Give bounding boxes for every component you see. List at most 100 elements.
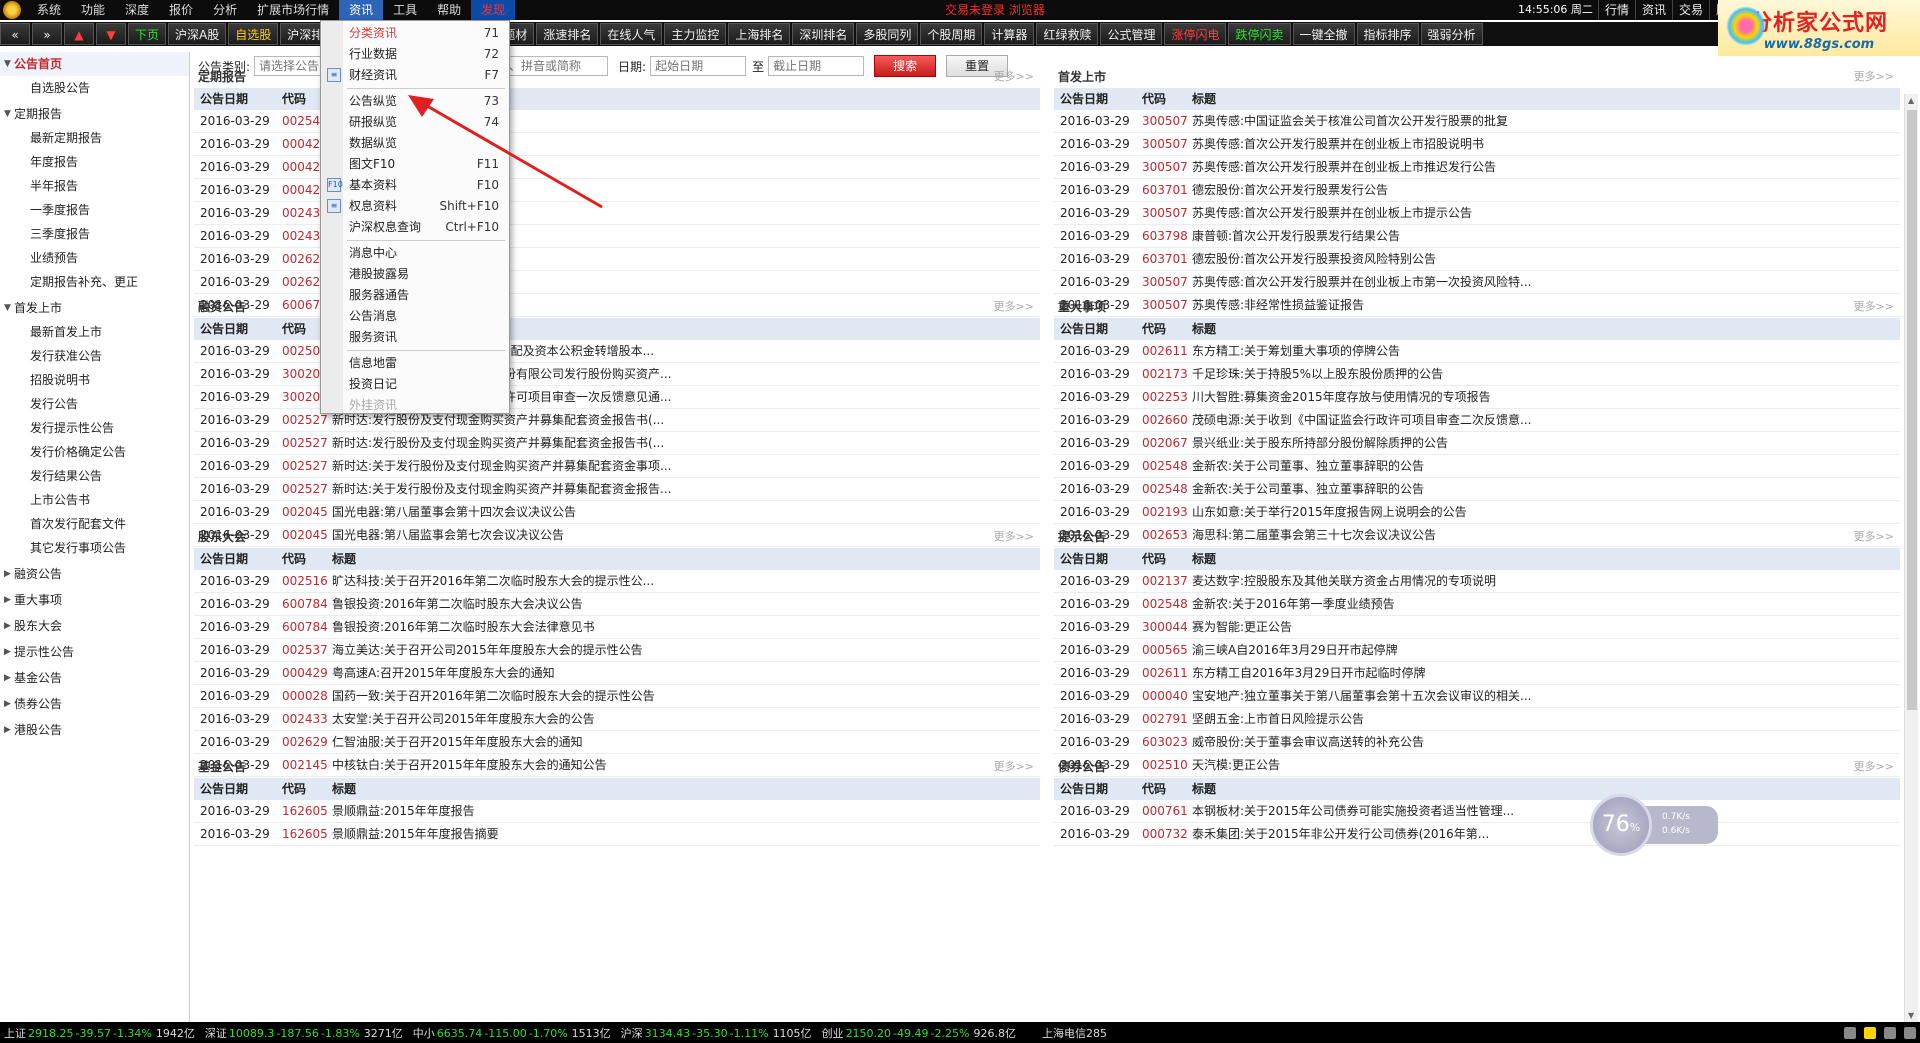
row-title[interactable]: 金新农:关于2016年第一季度业绩预告 (1186, 593, 1900, 615)
row-code[interactable]: 002527 (276, 432, 328, 454)
scroll-up-icon[interactable]: ▲ (1908, 96, 1914, 105)
row-code[interactable]: 002537 (276, 639, 328, 661)
toolbar-button-12[interactable]: 多股同列 (856, 23, 919, 45)
sidebar-home[interactable]: ▼ 公告首页 (0, 52, 189, 76)
row-title[interactable]: 苏奥传感:中国证监会关于核准公司首次公开发行股票的批复 (1186, 110, 1900, 132)
toolbar-button-21[interactable]: 强弱分析 (1420, 23, 1483, 45)
column-header-title[interactable]: 标题 (1186, 318, 1900, 340)
row-code[interactable]: 300507 (1136, 202, 1188, 224)
row-title[interactable]: 景顺鼎益:2015年年度报告 (326, 800, 1040, 822)
column-header-date[interactable]: 公告日期 (1054, 88, 1136, 110)
toolbar-button-18[interactable]: 跌停闪卖 (1228, 23, 1291, 45)
sidebar-item[interactable]: 发行结果公告 (0, 464, 189, 488)
row-code[interactable]: 000565 (1136, 639, 1188, 661)
toolbar-button-11[interactable]: 深圳排名 (792, 23, 855, 45)
more-link[interactable]: 更多>> (1854, 66, 1900, 88)
column-header-date[interactable]: 公告日期 (194, 88, 276, 110)
table-row[interactable]: 2016-03-29 300507 苏奥传感:首次公开发行股票并在创业板上市招股说明… (1054, 133, 1900, 156)
table-row[interactable]: 2016-03-29 000761 本钢板材:关于2015年公司债券可能实施投资者适… (1054, 800, 1900, 823)
column-header-title[interactable]: 标题 (1186, 778, 1900, 800)
row-code[interactable]: 002527 (276, 478, 328, 500)
row-title[interactable]: 渝三峡A自2016年3月29日开市起停牌 (1186, 639, 1900, 661)
table-row[interactable]: 2016-03-29 300507 苏奥传感:首次公开发行股票并在创业板上市推迟发行… (1054, 156, 1900, 179)
column-header-date[interactable]: 公告日期 (194, 548, 276, 570)
table-row[interactable]: 2016-03-29 002193 山东如意:关于举行2015年度报告网上说明会的公… (1054, 501, 1900, 524)
row-title[interactable]: 粤高速A:召开2015年年度股东大会的通知 (326, 662, 1040, 684)
row-title[interactable]: 茂硕电源:关于收到《中国证监会行政许可项目审查二次反馈意... (1186, 409, 1900, 431)
menu-0[interactable]: 系统 (27, 0, 71, 20)
sidebar-item[interactable]: 一季度报告 (0, 198, 189, 222)
right-tab-2[interactable]: 交易 (1672, 0, 1709, 20)
table-row[interactable]: 2016-03-29 002527 新时达:发行股份及支付现金购买资产并募集配套资金… (194, 432, 1040, 455)
table-row[interactable]: 2016-03-29 002045 国光电器:第八届董事会第十四次会议决议公告 (194, 501, 1040, 524)
column-header-title[interactable]: 标题 (1186, 88, 1900, 110)
table-row[interactable]: 2016-03-29 603023 威帝股份:关于董事会审议高送转的补充公告 (1054, 731, 1900, 754)
row-title[interactable]: 千足珍珠:关于持股5%以上股东股份质押的公告 (1186, 363, 1900, 385)
column-header-code[interactable]: 代码 (1136, 318, 1186, 340)
row-title[interactable]: 川大智胜:募集资金2015年度存放与使用情况的专项报告 (1186, 386, 1900, 408)
row-code[interactable]: 000429 (276, 662, 328, 684)
row-code[interactable]: 603798 (1136, 225, 1188, 247)
toolbar-button-15[interactable]: 红绿救赎 (1036, 23, 1099, 45)
column-header-code[interactable]: 代码 (276, 778, 326, 800)
more-link[interactable]: 更多>> (1854, 296, 1900, 318)
more-link[interactable]: 更多>> (994, 756, 1040, 778)
row-code[interactable]: 002137 (1136, 570, 1188, 592)
more-link[interactable]: 更多>> (1854, 756, 1900, 778)
sidebar-group-0[interactable]: ▼ 定期报告 (0, 102, 189, 126)
menu-9[interactable]: 发现 (471, 0, 516, 20)
row-title[interactable]: 国药一致:关于召开2016年第二次临时股东大会的提示性公告 (326, 685, 1040, 707)
toolbar-button-19[interactable]: 一键全撤 (1292, 23, 1355, 45)
row-code[interactable]: 002548 (1136, 478, 1188, 500)
row-code[interactable]: 002791 (1136, 708, 1188, 730)
row-code[interactable]: 002629 (276, 731, 328, 753)
row-code[interactable]: 600784 (276, 616, 328, 638)
row-code[interactable]: 300209 (276, 363, 328, 385)
row-code[interactable]: 600784 (276, 593, 328, 615)
table-row[interactable]: 2016-03-29 600784 鲁银投资:2016年第二次临时股东大会决议公告 (194, 593, 1040, 616)
row-code[interactable]: 000028 (276, 685, 328, 707)
table-row[interactable]: 2016-03-29 002527 新时达:关于发行股份及支付现金购买资产并募集配套… (194, 478, 1040, 501)
column-header-code[interactable]: 代码 (1136, 778, 1186, 800)
sidebar-item[interactable]: 三季度报告 (0, 222, 189, 246)
toolbar-button-16[interactable]: 公式管理 (1100, 23, 1163, 45)
row-title[interactable]: 海立美达:关于召开公司2015年年度股东大会的提示性公告 (326, 639, 1040, 661)
toolbar-button-9[interactable]: 主力监控 (664, 23, 727, 45)
sidebar-item[interactable]: 业绩预告 (0, 246, 189, 270)
sidebar-item[interactable]: 发行获准公告 (0, 344, 189, 368)
table-row[interactable]: 2016-03-29 002548 金新农:关于公司董事、独立董事辞职的公告 (1054, 455, 1900, 478)
row-code[interactable]: 002629 (276, 271, 328, 293)
row-title[interactable]: 景兴纸业:关于股东所持部分股份解除质押的公告 (1186, 432, 1900, 454)
row-title[interactable]: 东方精工自2016年3月29日开市起临时停牌 (1186, 662, 1900, 684)
row-code[interactable]: 162605 (276, 800, 328, 822)
dropdown-item[interactable]: 消息中心 (321, 243, 509, 264)
row-title[interactable]: 山东如意:关于举行2015年度报告网上说明会的公告 (1186, 501, 1900, 523)
row-title[interactable]: 苏奥传感:首次公开发行股票并在创业板上市推迟发行公告 (1186, 156, 1900, 178)
sidebar-item[interactable]: 其它发行事项公告 (0, 536, 189, 560)
row-code[interactable]: 002433 (276, 708, 328, 730)
row-title[interactable]: 鲁银投资:2016年第二次临时股东大会法律意见书 (326, 616, 1040, 638)
table-row[interactable]: 2016-03-29 603701 德宏股份:首次公开发行股票投资风险特别公告 (1054, 248, 1900, 271)
row-title[interactable]: 宝安地产:独立董事关于第八届董事会第十五次会议审议的相关... (1186, 685, 1900, 707)
row-title[interactable]: 新时达:关于发行股份及支付现金购买资产并募集配套资金报告... (326, 478, 1040, 500)
row-title[interactable]: 坚朗五金:上市首日风险提示公告 (1186, 708, 1900, 730)
row-code[interactable]: 002527 (276, 409, 328, 431)
network-gauge[interactable]: 0.7K/s 0.6K/s 76% (1590, 794, 1730, 856)
back-double-icon[interactable]: « (0, 23, 30, 45)
table-row[interactable]: 2016-03-29 300044 赛为智能:更正公告 (1054, 616, 1900, 639)
sidebar-item[interactable]: 定期报告补充、更正 (0, 270, 189, 294)
sidebar-item[interactable]: 年度报告 (0, 150, 189, 174)
table-row[interactable]: 2016-03-29 000028 国药一致:关于召开2016年第二次临时股东大会的… (194, 685, 1040, 708)
row-title[interactable]: 苏奥传感:首次公开发行股票并在创业板上市招股说明书 (1186, 133, 1900, 155)
sidebar-item[interactable]: 发行公告 (0, 392, 189, 416)
toolbar-button-14[interactable]: 计算器 (984, 23, 1035, 45)
row-title[interactable]: 苏奥传感:首次公开发行股票并在创业板上市提示公告 (1186, 202, 1900, 224)
toolbar-button-13[interactable]: 个股周期 (920, 23, 983, 45)
row-title[interactable]: 仁智油服:关于召开2015年年度股东大会的通知 (326, 731, 1040, 753)
dropdown-item[interactable]: 服务器通告 (321, 285, 509, 306)
dropdown-item[interactable]: 信息地雷 (321, 353, 509, 374)
column-header-code[interactable]: 代码 (1136, 548, 1186, 570)
row-title[interactable]: 新时达:发行股份及支付现金购买资产并募集配套资金报告书(... (326, 432, 1040, 454)
row-code[interactable]: 300507 (1136, 271, 1188, 293)
column-header-date[interactable]: 公告日期 (1054, 548, 1136, 570)
